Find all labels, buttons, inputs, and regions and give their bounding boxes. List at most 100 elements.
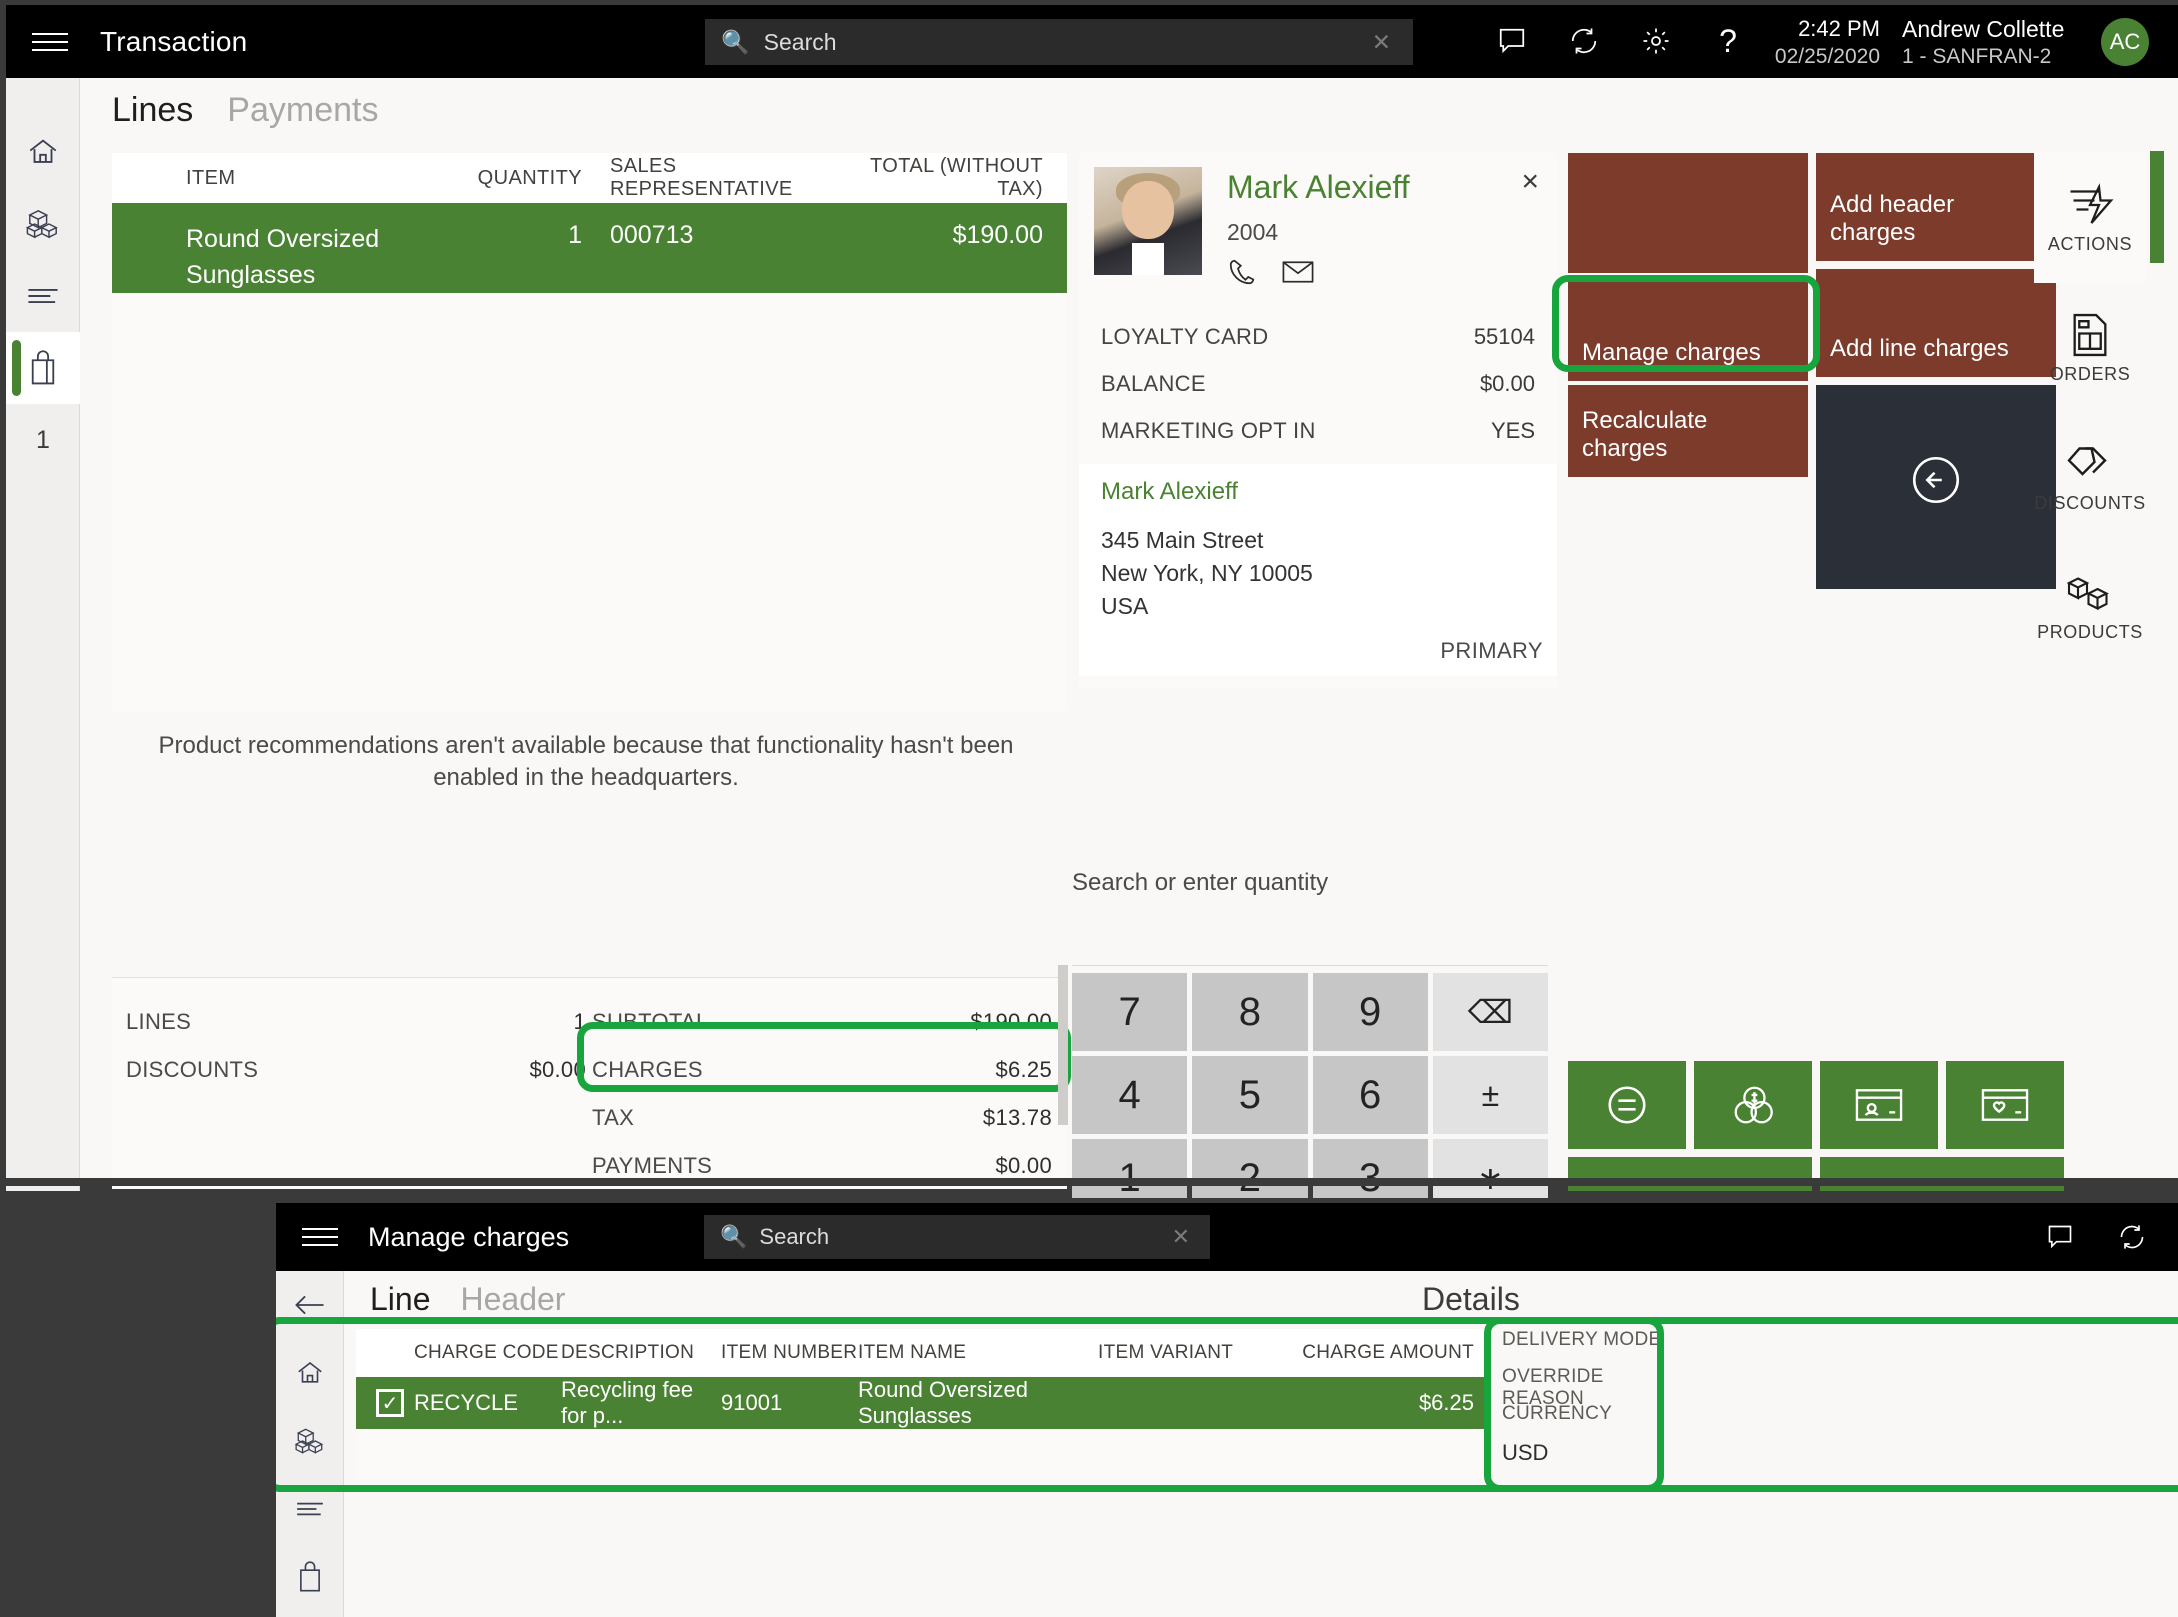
card-icon (1854, 1085, 1904, 1125)
details-panel: DELIVERY MODE OVERRIDE REASON CURRENCY U… (1502, 1329, 1662, 1466)
menu-icon[interactable] (32, 29, 68, 55)
total-subtotal: SUBTOTAL $190.00 (592, 998, 1052, 1046)
table-row[interactable]: ✓ RECYCLE Recycling fee for p... 91001 R… (356, 1377, 1486, 1429)
customer-id: 2004 (1227, 219, 1279, 245)
rail-item-discounts[interactable]: DISCOUNTS (2034, 413, 2146, 543)
cell-charge-amount: $6.25 (1418, 1390, 1474, 1415)
notifications-icon[interactable] (2024, 1209, 2096, 1265)
sidebar-item-cart[interactable] (6, 332, 80, 404)
modal-sidebar-item-cart[interactable] (276, 1543, 344, 1611)
modal-sidebar-item-home[interactable] (276, 1339, 344, 1407)
attr-balance: BALANCE $0.00 (1101, 360, 1535, 407)
modal-sidebar-item-lines[interactable] (276, 1475, 344, 1543)
rail-item-actions[interactable]: ACTIONS (2034, 153, 2146, 283)
modal-title: Manage charges (368, 1221, 570, 1252)
sidebar-item-lines[interactable] (6, 260, 80, 332)
phone-icon[interactable] (1227, 257, 1257, 287)
left-nav-rail: 1 (6, 78, 80, 1191)
col-quantity: QUANTITY (477, 166, 582, 189)
modal-tabs: Line Header (370, 1281, 565, 1318)
search-placeholder: Search (763, 28, 837, 55)
search-input[interactable]: 🔍 Search ✕ (705, 19, 1413, 65)
tile-back[interactable] (1816, 385, 2056, 589)
back-arrow-icon (1907, 451, 1965, 509)
cell-item: Round Oversized Sunglasses (186, 225, 380, 289)
key-plus-minus[interactable]: ± (1432, 1056, 1548, 1134)
transaction-window: Transaction 🔍 Search ✕ ? 2:42 PM 02/25/2… (0, 0, 2178, 1217)
tab-line[interactable]: Line (370, 1281, 431, 1318)
rail-item-products[interactable]: PRODUCTS (2034, 543, 2146, 673)
modal-search-input[interactable]: 🔍 Search ✕ (704, 1215, 1210, 1259)
attr-key: BALANCE (1101, 370, 1206, 396)
total-value: $13.78 (982, 1105, 1052, 1130)
modal-menu-icon[interactable] (302, 1224, 338, 1250)
table-row[interactable]: Round Oversized Sunglasses 1 000713 $190… (112, 203, 1067, 293)
total-value: $0.00 (529, 1057, 586, 1082)
notifications-icon[interactable] (1476, 13, 1548, 69)
key-7[interactable]: 7 (1072, 973, 1188, 1051)
close-icon[interactable]: × (1521, 165, 1539, 199)
gear-icon[interactable] (2168, 1209, 2178, 1265)
cell-quantity: 1 (568, 221, 582, 249)
col-total-without-tax: TOTAL (WITHOUT TAX) (870, 155, 1043, 200)
modal-sidebar-item-products[interactable] (276, 1407, 344, 1475)
header-date: 02/25/2020 (1774, 45, 1880, 68)
search-clear-icon[interactable]: ✕ (1372, 29, 1391, 56)
email-icon[interactable] (1281, 257, 1315, 287)
total-value: $190.00 (970, 1009, 1052, 1034)
customer-address-block[interactable]: Mark Alexieff 345 Main Street New York, … (1079, 464, 1557, 676)
tile-recalculate-charges[interactable]: Recalculate charges (1568, 385, 1808, 477)
pay-total[interactable] (1568, 1061, 1686, 1149)
customer-name[interactable]: Mark Alexieff (1227, 169, 1410, 206)
key-5[interactable]: 5 (1192, 1056, 1308, 1134)
tile-add-header-charges[interactable]: Add header charges (1816, 153, 2056, 261)
help-icon[interactable]: ? (1692, 13, 1764, 69)
rail-scrollbar[interactable] (2150, 151, 2164, 263)
tab-payments[interactable]: Payments (227, 91, 378, 130)
key-9[interactable]: 9 (1312, 973, 1428, 1051)
col-item-variant: ITEM VARIANT (1098, 1342, 1234, 1363)
key-8[interactable]: 8 (1192, 973, 1308, 1051)
lines-scrollbar[interactable] (1058, 965, 1068, 1125)
tile-manage-charges[interactable]: Manage charges (1568, 281, 1808, 381)
header-icon-group: ? (1476, 13, 1764, 69)
address-lines: 345 Main Street New York, NY 10005 USA (1101, 527, 1313, 619)
quantity-input-label[interactable]: Search or enter quantity (1072, 869, 1328, 897)
pay-giftcard[interactable] (1946, 1061, 2064, 1149)
tile-add-line-charges[interactable]: Add line charges (1816, 269, 2056, 377)
avatar[interactable]: AC (2101, 18, 2149, 66)
key-6[interactable]: 6 (1312, 1056, 1428, 1134)
modal-search-clear-icon[interactable]: ✕ (1172, 1224, 1190, 1250)
attr-value: $0.00 (1479, 370, 1535, 396)
key-4[interactable]: 4 (1072, 1056, 1188, 1134)
sidebar-item-home[interactable] (6, 116, 80, 188)
total-key: CHARGES (592, 1057, 703, 1082)
pay-cash[interactable] (1694, 1061, 1812, 1149)
rail-item-orders[interactable]: ORDERS (2034, 283, 2146, 413)
modal-back-button[interactable] (276, 1271, 344, 1339)
lines-panel: ITEM QUANTITY SALES REPRESENTATIVE TOTAL… (112, 153, 1067, 711)
row-checkbox[interactable]: ✓ (376, 1389, 404, 1417)
details-title: Details (1422, 1281, 1520, 1317)
header-user[interactable]: Andrew Collette 1 - SANFRAN-2 (1902, 15, 2064, 71)
attr-marketing-opt-in: MARKETING OPT IN YES (1101, 407, 1535, 454)
sync-icon[interactable] (1548, 13, 1620, 69)
sync-icon[interactable] (2096, 1209, 2168, 1265)
modal-nav-rail (276, 1271, 344, 1617)
tab-header[interactable]: Header (461, 1281, 566, 1318)
totals-panel: LINES 1 DISCOUNTS $0.00 SUBTOTAL $190.00… (112, 977, 1067, 1189)
gear-icon[interactable] (1620, 13, 1692, 69)
header-user-store: 1 - SANFRAN-2 (1902, 45, 2052, 68)
cell-rep: 000713 (610, 221, 694, 249)
tile-blank-top[interactable] (1568, 153, 1808, 273)
rail-label-orders: ORDERS (2049, 363, 2131, 384)
tab-lines[interactable]: Lines (112, 91, 193, 130)
pay-card[interactable] (1820, 1061, 1938, 1149)
col-item-name: ITEM NAME (858, 1342, 967, 1363)
sidebar-item-products[interactable] (6, 188, 80, 260)
cell-item-number: 91001 (721, 1390, 783, 1415)
key-backspace[interactable]: ⌫ (1432, 973, 1548, 1051)
modal-topbar: Manage charges (276, 1203, 2178, 1271)
col-item-number: ITEM NUMBER (721, 1342, 858, 1363)
col-description: DESCRIPTION (561, 1342, 695, 1363)
